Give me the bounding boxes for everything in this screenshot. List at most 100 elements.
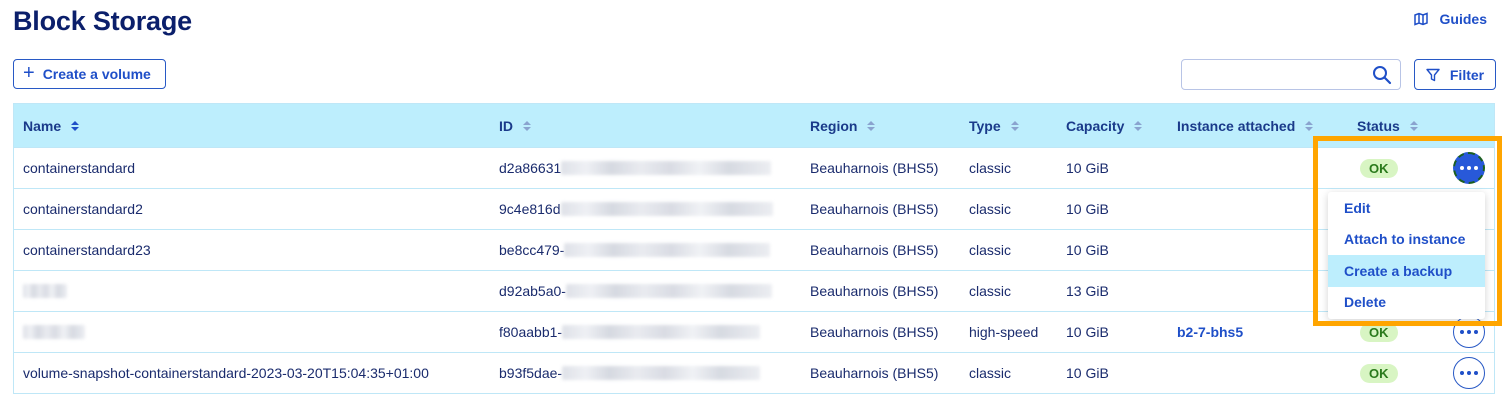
column-label: Type [969, 117, 1001, 134]
status-cell: OK [1360, 148, 1398, 188]
filter-label: Filter [1449, 66, 1485, 83]
volume-name [23, 312, 85, 352]
status-cell: OK [1360, 353, 1398, 393]
more-dots-icon [1460, 166, 1478, 170]
redacted-id [564, 243, 771, 257]
volume-capacity: 10 GiB [1066, 365, 1109, 381]
volume-id: 9c4e816d [499, 189, 773, 229]
column-header-capacity[interactable]: Capacity [1066, 104, 1143, 147]
volume-capacity: 10 GiB [1066, 242, 1109, 258]
filter-button[interactable]: Filter [1414, 59, 1496, 90]
filter-icon [1426, 68, 1440, 81]
more-dots-icon [1460, 371, 1478, 375]
sort-arrows-icon[interactable] [1010, 120, 1019, 132]
volume-region: Beauharnois (BHS5) [810, 283, 939, 299]
sort-arrows-icon[interactable] [71, 120, 80, 132]
redacted-name [23, 325, 85, 339]
sort-arrows-icon[interactable] [1134, 120, 1143, 132]
more-dots-icon [1460, 330, 1478, 334]
status-badge: OK [1360, 322, 1398, 342]
volume-name: containerstandard23 [23, 242, 151, 258]
volume-region: Beauharnois (BHS5) [810, 160, 939, 176]
search-icon[interactable] [1372, 65, 1392, 85]
volume-id-prefix: d92ab5a0- [499, 283, 566, 299]
create-volume-button[interactable]: + Create a volume [13, 59, 166, 89]
row-actions-menu: Edit Attach to instance Create a backup … [1328, 192, 1485, 319]
volume-id: b93f5dae- [499, 353, 761, 393]
volume-id-prefix: 9c4e816d [499, 201, 561, 217]
status-badge: OK [1360, 363, 1398, 383]
page-title: Block Storage [13, 6, 192, 36]
volume-capacity: 10 GiB [1066, 324, 1109, 340]
volume-id: be8cc479- [499, 230, 771, 270]
table-row: containerstandard23 be8cc479- Beauharnoi… [14, 229, 1494, 270]
volume-capacity: 10 GiB [1066, 201, 1109, 217]
search-box [1181, 59, 1401, 90]
column-label: ID [499, 117, 513, 134]
row-actions-button[interactable] [1453, 152, 1485, 184]
column-header-status[interactable]: Status [1357, 104, 1418, 147]
table-row: containerstandard d2a86631 Beauharnois (… [14, 147, 1494, 188]
volume-id-prefix: d2a86631 [499, 160, 562, 176]
column-header-type[interactable]: Type [969, 104, 1019, 147]
volume-type: classic [969, 160, 1012, 176]
redacted-id [561, 161, 772, 175]
volume-region: Beauharnois (BHS5) [810, 201, 939, 217]
menu-item-create-backup[interactable]: Create a backup [1328, 255, 1485, 287]
column-label: Instance attached [1177, 117, 1296, 134]
volume-name [23, 271, 67, 311]
volume-region: Beauharnois (BHS5) [810, 324, 939, 340]
status-badge: OK [1360, 158, 1398, 178]
volume-name: containerstandard2 [23, 201, 143, 217]
column-label: Capacity [1066, 117, 1125, 134]
volume-name: containerstandard [23, 160, 136, 176]
sort-arrows-icon[interactable] [1305, 120, 1314, 132]
volume-id: d92ab5a0- [499, 271, 772, 311]
redacted-id [562, 366, 761, 380]
plus-icon: + [23, 62, 35, 84]
redacted-id [560, 202, 773, 216]
volume-type: classic [969, 201, 1012, 217]
volume-capacity: 13 GiB [1066, 283, 1109, 299]
column-header-region[interactable]: Region [810, 104, 876, 147]
guides-label: Guides [1439, 11, 1487, 27]
row-actions-button[interactable] [1453, 357, 1485, 389]
table-row: containerstandard2 9c4e816d Beauharnois … [14, 188, 1494, 229]
volume-id: f80aabb1- [499, 312, 761, 352]
search-input[interactable] [1188, 60, 1368, 88]
volume-capacity: 10 GiB [1066, 160, 1109, 176]
table-row: volume-snapshot-containerstandard-2023-0… [14, 352, 1494, 393]
column-header-name[interactable]: Name [23, 104, 80, 147]
map-book-icon [1413, 12, 1428, 26]
redacted-name [23, 284, 67, 298]
volume-type: classic [969, 365, 1012, 381]
volumes-table: Name ID Region Type Capacity Instance at… [13, 103, 1495, 394]
sort-arrows-icon[interactable] [867, 120, 876, 132]
volume-name: volume-snapshot-containerstandard-2023-0… [23, 365, 429, 381]
volume-id-prefix: f80aabb1- [499, 324, 563, 340]
volume-type: classic [969, 242, 1012, 258]
create-volume-label: Create a volume [42, 66, 151, 82]
volume-region: Beauharnois (BHS5) [810, 365, 939, 381]
table-row: f80aabb1- Beauharnois (BHS5) high-speed … [14, 311, 1494, 352]
volume-id: d2a86631 [499, 148, 772, 188]
volume-id-prefix: be8cc479- [499, 242, 565, 258]
column-label: Status [1357, 117, 1400, 134]
sort-arrows-icon[interactable] [1409, 120, 1418, 132]
column-label: Name [23, 117, 62, 134]
column-header-instance[interactable]: Instance attached [1177, 104, 1314, 147]
table-row: d92ab5a0- Beauharnois (BHS5) classic 13 … [14, 270, 1494, 311]
column-header-id[interactable]: ID [499, 104, 531, 147]
menu-item-attach-to-instance[interactable]: Attach to instance [1328, 224, 1485, 256]
redacted-id [562, 325, 761, 339]
volume-type: classic [969, 283, 1012, 299]
table-header: Name ID Region Type Capacity Instance at… [14, 104, 1494, 147]
instance-link[interactable]: b2-7-bhs5 [1177, 312, 1243, 352]
guides-link[interactable]: Guides [1413, 11, 1487, 27]
volume-type: high-speed [969, 324, 1039, 340]
menu-item-delete[interactable]: Delete [1328, 287, 1485, 319]
menu-item-edit[interactable]: Edit [1328, 192, 1485, 224]
sort-arrows-icon[interactable] [523, 120, 531, 132]
row-actions-button[interactable] [1453, 316, 1485, 348]
volume-id-prefix: b93f5dae- [499, 365, 563, 381]
